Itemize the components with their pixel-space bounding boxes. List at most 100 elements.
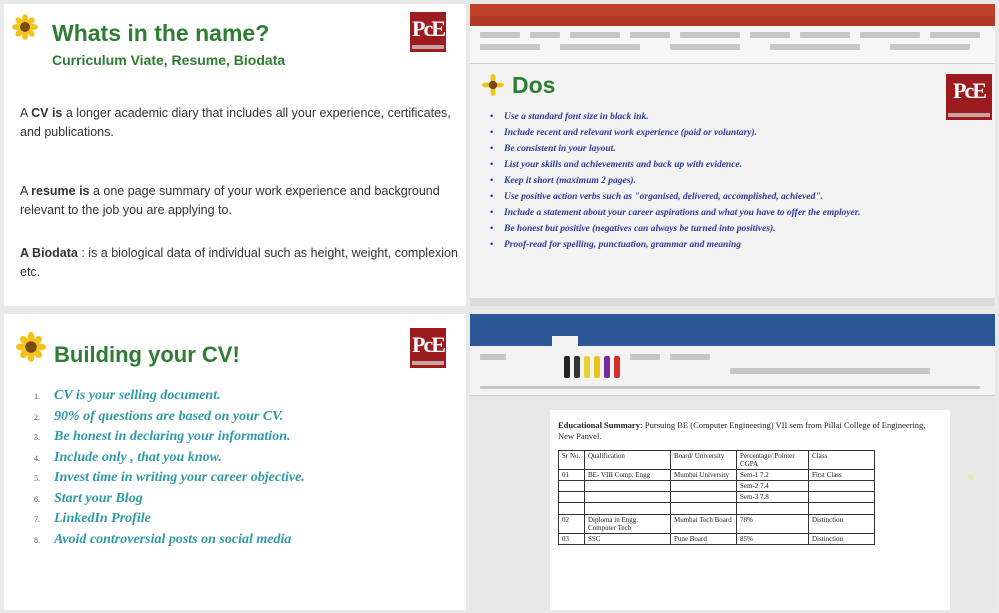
- table-cell: [584, 502, 671, 515]
- list-number: 5.: [34, 474, 40, 483]
- pen-red-icon[interactable]: [614, 356, 620, 378]
- highlighter-yellow-icon[interactable]: [594, 356, 600, 378]
- column-header: Class: [808, 450, 875, 470]
- ribbon-button[interactable]: [800, 32, 850, 38]
- title-bar: [470, 314, 995, 336]
- table-row: Sem-2 7.4: [558, 480, 875, 492]
- cv-text: a longer academic diary that includes al…: [20, 106, 451, 139]
- slide-title: Building your CV!: [54, 342, 240, 367]
- slide-subtitle: Curriculum Viate, Resume, Biodata: [52, 52, 286, 68]
- cursor-marker: [968, 474, 974, 480]
- list-item: Be consistent in your layout.: [490, 144, 990, 155]
- biodata-term: A Biodata: [20, 246, 78, 260]
- list-number: 6.: [34, 494, 40, 504]
- tab-draw[interactable]: [552, 336, 578, 346]
- pce-logo: PcE: [410, 12, 446, 52]
- table-cell: [584, 480, 671, 492]
- logo-text: PcE: [412, 16, 446, 41]
- ribbon-button[interactable]: [890, 44, 970, 50]
- ribbon-button[interactable]: [670, 354, 710, 360]
- ribbon-button[interactable]: [670, 44, 740, 50]
- table-cell: Sem-2 7.4: [736, 480, 809, 492]
- document-page[interactable]: Educational Summary: Pursuing BE (Comput…: [550, 410, 950, 610]
- pen-purple-icon[interactable]: [604, 356, 610, 378]
- biodata-text: : is a biological data of individual suc…: [20, 246, 458, 279]
- resume-definition: A resume is a one page summary of your w…: [20, 182, 460, 220]
- table-cell: 03: [558, 533, 585, 545]
- table-cell: [558, 491, 585, 503]
- education-table: Sr No. Qualification Board/ University P…: [558, 450, 875, 545]
- ribbon-button[interactable]: [530, 32, 560, 38]
- list-text: Start your Blog: [54, 490, 143, 506]
- list-item: Be honest but positive (negatives can al…: [490, 224, 990, 235]
- ribbon-button[interactable]: [630, 354, 660, 360]
- table-cell: [584, 491, 671, 503]
- table-cell: Mumbai University: [670, 469, 737, 481]
- list-item: 4. Include only , that you know.: [34, 448, 305, 469]
- list-number: 2.: [34, 412, 40, 422]
- column-header: Board/ University: [670, 450, 737, 470]
- ribbon-group-labels: [480, 386, 980, 389]
- ribbon-button[interactable]: [480, 44, 540, 50]
- column-header: Percentage/ Pointer CGPA: [736, 450, 809, 470]
- table-row: 02 Diploma in Engg. Computer Tech Mumbai…: [558, 514, 875, 534]
- logo-text: PcE: [953, 78, 987, 103]
- table-row: 03 SSC Pune Board 85% Distinction: [558, 533, 875, 545]
- ribbon-button[interactable]: [860, 32, 920, 38]
- cv-definition: A CV is a longer academic diary that inc…: [20, 104, 460, 142]
- list-text: LinkedIn Profile: [54, 511, 151, 526]
- biodata-definition: A Biodata : is a biological data of indi…: [20, 244, 460, 282]
- undo-button[interactable]: [480, 354, 506, 360]
- ribbon-button[interactable]: [750, 32, 790, 38]
- list-item: 3. Be honest in declaring your informatio…: [34, 427, 305, 448]
- ribbon-button[interactable]: [930, 32, 980, 38]
- list-text: CV is your selling document.: [54, 388, 221, 403]
- ribbon-toolbar[interactable]: [470, 346, 995, 396]
- table-header-row: Sr No. Qualification Board/ University P…: [558, 450, 875, 470]
- sunflower-icon: [482, 74, 504, 96]
- cv-lead: A: [20, 106, 32, 120]
- table-cell: Mumbai Tech Board: [670, 514, 737, 534]
- list-item: Use positive action verbs such as "organ…: [490, 192, 990, 203]
- list-item: 1. CV is your selling document.: [34, 386, 305, 407]
- word-window: Educational Summary: Pursuing BE (Comput…: [470, 314, 995, 610]
- cv-tips-list: 1. CV is your selling document. 2. 90% of …: [34, 386, 305, 550]
- pen-yellow-icon[interactable]: [584, 356, 590, 378]
- pen-dark-icon[interactable]: [574, 356, 580, 378]
- list-number: 4.: [34, 453, 40, 463]
- list-number: 3.: [34, 433, 40, 442]
- title-bar: [470, 4, 995, 16]
- slide-whats-in-name: Whats in the name? Curriculum Viate, Res…: [4, 4, 466, 306]
- table-cell: 01: [558, 469, 585, 481]
- table-cell: [808, 480, 875, 492]
- ribbon-button[interactable]: [560, 44, 640, 50]
- ribbon-button[interactable]: [480, 32, 520, 38]
- ribbon-tabs[interactable]: [470, 16, 995, 26]
- list-item: 2. 90% of questions are based on your CV.: [34, 407, 305, 428]
- column-header: Sr No.: [558, 450, 585, 470]
- list-item: Proof-read for spelling, punctuation, gr…: [490, 240, 990, 251]
- column-header: Qualification: [584, 450, 671, 470]
- ribbon-tabs[interactable]: [470, 336, 995, 346]
- ribbon-button[interactable]: [770, 44, 860, 50]
- list-number: 7.: [34, 515, 40, 524]
- list-item: 7. LinkedIn Profile: [34, 509, 305, 530]
- ribbon-toolbar[interactable]: [470, 26, 995, 64]
- table-cell: [808, 491, 875, 503]
- table-cell: Distinction: [808, 514, 875, 534]
- pen-black-icon[interactable]: [564, 356, 570, 378]
- slide-title: Whats in the name?: [52, 20, 270, 46]
- logo-text: PcE: [412, 332, 446, 357]
- status-bar: [470, 298, 995, 306]
- table-cell: Sem-3 7.8: [736, 491, 809, 503]
- ribbon-button[interactable]: [630, 32, 670, 38]
- ribbon-button[interactable]: [730, 368, 930, 374]
- list-item: Use a standard font size in black ink.: [490, 112, 990, 123]
- table-cell: 78%: [736, 514, 809, 534]
- table-cell: [670, 491, 737, 503]
- ribbon-button[interactable]: [570, 32, 620, 38]
- slide-building-cv: Building your CV! PcE 1. CV is your selli…: [4, 314, 466, 610]
- list-number: 8.: [34, 535, 40, 545]
- ribbon-button[interactable]: [680, 32, 740, 38]
- list-item: List your skills and achievements and ba…: [490, 160, 990, 171]
